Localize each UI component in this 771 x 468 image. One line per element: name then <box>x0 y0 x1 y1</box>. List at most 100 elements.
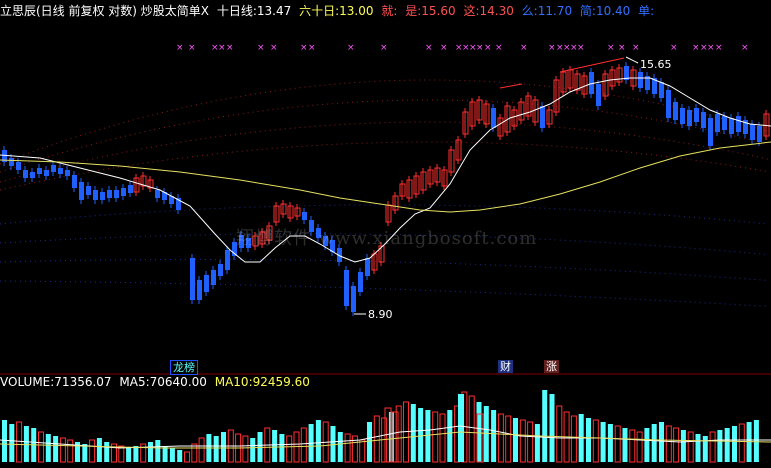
volume-bar <box>702 436 708 462</box>
volume-bar <box>418 408 424 462</box>
candlestick <box>190 254 195 304</box>
signal-marker: × <box>707 43 715 53</box>
candlestick <box>497 114 504 140</box>
candlestick <box>30 168 35 182</box>
volume-bar <box>738 423 745 463</box>
volume-bar <box>279 434 285 462</box>
candlestick <box>273 202 280 226</box>
volume-bar <box>651 424 657 462</box>
volume-bar <box>732 426 737 462</box>
signal-marker: × <box>270 43 278 53</box>
volume-bar <box>300 427 307 463</box>
candle-body <box>225 250 230 270</box>
candlestick <box>344 266 349 310</box>
volume-bar <box>717 430 723 462</box>
candle-body <box>72 175 77 188</box>
volume-bars[interactable] <box>2 390 759 463</box>
candlestick <box>23 166 28 182</box>
volume-bar <box>330 426 336 462</box>
volume-bar <box>133 446 139 462</box>
candlestick <box>469 98 476 130</box>
vol-ma5-value: 70640.00 <box>149 375 207 389</box>
candlestick <box>666 86 671 122</box>
volume-bar <box>2 420 7 462</box>
candle-body <box>30 172 35 178</box>
candle-body <box>687 110 692 126</box>
vol-ma5-label: MA5: <box>119 375 150 389</box>
candlestick <box>280 200 287 218</box>
candlestick <box>107 186 112 202</box>
candlestick <box>455 136 462 164</box>
candlestick <box>743 116 748 138</box>
volume-bar <box>680 430 686 462</box>
volume-bar <box>67 439 74 463</box>
signal-marker: × <box>176 43 184 53</box>
candle-body <box>715 114 720 132</box>
volume-bar <box>753 420 759 462</box>
guide-line <box>0 121 769 183</box>
volume-bar <box>556 405 563 463</box>
candlestick <box>86 182 91 199</box>
candlestick <box>427 166 434 188</box>
low-label: 8.90 <box>368 308 393 321</box>
candle-body <box>722 116 727 130</box>
finance-tag[interactable]: 财 <box>498 360 513 373</box>
signal-marker: × <box>577 43 585 53</box>
candlestick <box>162 188 167 204</box>
candlestick <box>624 62 629 84</box>
volume-bar <box>425 410 431 462</box>
candlestick <box>65 166 70 180</box>
candlestick <box>169 192 174 208</box>
candle-body <box>358 272 363 292</box>
volume-bar <box>395 405 402 463</box>
signal-marker: × <box>347 43 355 53</box>
candle-body <box>638 72 643 88</box>
volume-bar <box>614 425 621 463</box>
candlestick <box>596 80 601 110</box>
volume-bar <box>629 429 636 463</box>
candle-body <box>596 84 601 106</box>
guide-line <box>0 280 769 307</box>
candlestick <box>441 166 448 190</box>
candlestick <box>413 172 420 198</box>
candle-body <box>365 258 370 276</box>
candle-body <box>58 168 63 174</box>
candlestick <box>302 208 307 224</box>
candlestick <box>701 108 706 132</box>
candlestick <box>58 164 63 178</box>
volume-bar <box>447 410 453 462</box>
volume-bar <box>607 424 613 462</box>
volume-bar <box>549 394 555 462</box>
volume-bar <box>359 439 366 463</box>
candlestick <box>694 104 699 126</box>
signal-marker: × <box>692 43 700 53</box>
signal-marker: × <box>380 43 388 53</box>
candlestick <box>197 276 202 304</box>
candlestick <box>114 186 119 202</box>
volume-bar <box>9 424 15 462</box>
candlestick <box>574 70 581 94</box>
candlestick <box>518 98 525 124</box>
candlesticks[interactable] <box>2 62 770 316</box>
signal-marker: × <box>741 43 749 53</box>
volume-bar <box>491 410 497 462</box>
candle-body <box>9 158 14 166</box>
volume-bar <box>513 418 518 462</box>
volume-bar <box>373 415 380 463</box>
signal-marker: × <box>495 43 503 53</box>
volume-bar <box>184 451 190 463</box>
signal-marker: × <box>670 43 678 53</box>
volume-bar <box>126 448 132 462</box>
rise-tag[interactable]: 涨 <box>544 360 559 373</box>
volume-bar <box>250 438 256 462</box>
candle-body <box>100 192 105 200</box>
high-label: 15.65 <box>640 58 672 71</box>
candlestick <box>434 164 441 186</box>
candlestick <box>225 246 230 274</box>
candlestick <box>147 176 154 192</box>
volume-bar <box>169 448 175 462</box>
signal-marker: × <box>607 43 615 53</box>
leaderboard-tag[interactable]: 龙榜 <box>170 360 198 375</box>
volume-bar <box>16 421 23 463</box>
high-arrow <box>625 56 639 64</box>
